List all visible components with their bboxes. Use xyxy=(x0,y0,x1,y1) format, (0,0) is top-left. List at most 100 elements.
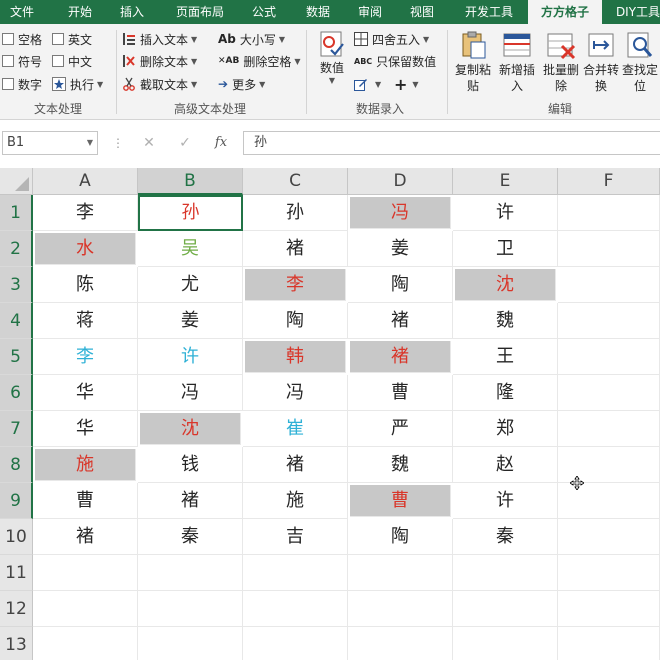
more-button[interactable]: ➔ 更多 ▼ xyxy=(218,75,265,93)
tab-file[interactable]: 文件 xyxy=(0,0,44,24)
column-header-a[interactable]: A xyxy=(33,168,138,195)
cell-f5[interactable] xyxy=(558,339,660,375)
column-header-b[interactable]: B xyxy=(138,168,243,195)
add-button[interactable]: + ▼ xyxy=(394,75,419,94)
round-button[interactable]: 四舍五入 ▼ xyxy=(354,30,429,48)
cell-a6[interactable]: 华 xyxy=(33,375,138,411)
row-header-6[interactable]: 6 xyxy=(0,375,33,411)
cell-f6[interactable] xyxy=(558,375,660,411)
tab-home[interactable]: 开始 xyxy=(56,0,104,24)
cell-c7[interactable]: 崔 xyxy=(243,411,348,447)
row-header-9[interactable]: 9 xyxy=(0,483,33,519)
cell-b10[interactable]: 秦 xyxy=(138,519,243,555)
cell-d3[interactable]: 陶 xyxy=(348,267,453,303)
checkbox-english[interactable]: 英文 xyxy=(52,30,92,48)
cell-c9[interactable]: 施 xyxy=(243,483,348,519)
row-header-11[interactable]: 11 xyxy=(0,555,33,591)
cell-b1[interactable]: 孙 xyxy=(138,195,243,231)
cell-e8[interactable]: 赵 xyxy=(453,447,558,483)
cell-c13[interactable] xyxy=(243,627,348,660)
cell-b6[interactable]: 冯 xyxy=(138,375,243,411)
cell-b12[interactable] xyxy=(138,591,243,627)
cell-d1[interactable]: 冯 xyxy=(350,197,451,229)
copy-paste-button[interactable]: 复制粘贴 xyxy=(450,30,496,98)
tab-diy-tools[interactable]: DIY工具 xyxy=(608,0,660,24)
new-insert-button[interactable]: 新增插入 xyxy=(494,30,540,98)
cell-c5[interactable]: 韩 xyxy=(245,341,346,373)
execute-button[interactable]: 执行 ▼ xyxy=(52,75,103,93)
edit-values-button[interactable]: ▼ xyxy=(354,75,381,93)
cell-a11[interactable] xyxy=(33,555,138,591)
cell-f10[interactable] xyxy=(558,519,660,555)
row-header-8[interactable]: 8 xyxy=(0,447,33,483)
row-header-3[interactable]: 3 xyxy=(0,267,33,303)
confirm-icon[interactable]: ✓ xyxy=(172,131,198,155)
delete-text-button[interactable]: 删除文本 ▼ xyxy=(122,52,197,70)
row-header-4[interactable]: 4 xyxy=(0,303,33,339)
keep-values-button[interactable]: ABC 只保留数值 xyxy=(354,52,436,70)
checkbox-chinese[interactable]: 中文 xyxy=(52,52,92,70)
cell-f12[interactable] xyxy=(558,591,660,627)
cell-b4[interactable]: 姜 xyxy=(138,303,243,339)
cell-a8[interactable]: 施 xyxy=(35,449,136,481)
cell-a3[interactable]: 陈 xyxy=(33,267,138,303)
cell-a10[interactable]: 褚 xyxy=(33,519,138,555)
cell-d12[interactable] xyxy=(348,591,453,627)
row-header-13[interactable]: 13 xyxy=(0,627,33,660)
insert-text-button[interactable]: 插入文本 ▼ xyxy=(122,30,197,48)
value-button[interactable]: 数值 ▼ xyxy=(312,30,352,98)
row-header-12[interactable]: 12 xyxy=(0,591,33,627)
cell-e10[interactable]: 秦 xyxy=(453,519,558,555)
cell-d11[interactable] xyxy=(348,555,453,591)
cell-b11[interactable] xyxy=(138,555,243,591)
cell-b5[interactable]: 许 xyxy=(138,339,243,375)
cell-c2[interactable]: 褚 xyxy=(243,231,348,267)
function-icon[interactable]: fx xyxy=(208,131,234,155)
column-header-f[interactable]: F xyxy=(558,168,660,195)
cell-c12[interactable] xyxy=(243,591,348,627)
cell-a4[interactable]: 蒋 xyxy=(33,303,138,339)
cell-e12[interactable] xyxy=(453,591,558,627)
cell-c3[interactable]: 李 xyxy=(245,269,346,301)
cell-b8[interactable]: 钱 xyxy=(138,447,243,483)
name-box[interactable]: B1 ▼ xyxy=(2,131,98,155)
cell-a13[interactable] xyxy=(33,627,138,660)
cell-a1[interactable]: 李 xyxy=(33,195,138,231)
cut-text-button[interactable]: 截取文本 ▼ xyxy=(122,75,197,93)
tab-formulas[interactable]: 公式 xyxy=(240,0,288,24)
cell-f4[interactable] xyxy=(558,303,660,339)
cell-e4[interactable]: 魏 xyxy=(453,303,558,339)
cell-d4[interactable]: 褚 xyxy=(348,303,453,339)
row-header-1[interactable]: 1 xyxy=(0,195,33,231)
cell-e11[interactable] xyxy=(453,555,558,591)
tab-page-layout[interactable]: 页面布局 xyxy=(166,0,234,24)
cell-b9[interactable]: 褚 xyxy=(138,483,243,519)
cell-d5[interactable]: 褚 xyxy=(350,341,451,373)
cell-c11[interactable] xyxy=(243,555,348,591)
delete-spaces-button[interactable]: ✕AB 删除空格 ▼ xyxy=(218,52,301,70)
cell-a2[interactable]: 水 xyxy=(35,233,136,265)
cell-a9[interactable]: 曹 xyxy=(33,483,138,519)
tab-view[interactable]: 视图 xyxy=(398,0,446,24)
cell-c10[interactable]: 吉 xyxy=(243,519,348,555)
case-button[interactable]: Ab 大小写 ▼ xyxy=(218,30,285,48)
tab-data[interactable]: 数据 xyxy=(294,0,342,24)
cell-c4[interactable]: 陶 xyxy=(243,303,348,339)
cell-d2[interactable]: 姜 xyxy=(348,231,453,267)
cell-f1[interactable] xyxy=(558,195,660,231)
tab-insert[interactable]: 插入 xyxy=(110,0,154,24)
cell-f3[interactable] xyxy=(558,267,660,303)
cell-e3[interactable]: 沈 xyxy=(455,269,556,301)
cell-d7[interactable]: 严 xyxy=(348,411,453,447)
find-locate-button[interactable]: 查找定位 xyxy=(618,30,660,98)
cell-e13[interactable] xyxy=(453,627,558,660)
row-header-10[interactable]: 10 xyxy=(0,519,33,555)
row-header-2[interactable]: 2 xyxy=(0,231,33,267)
formula-bar-grip-icon[interactable]: ⋮ xyxy=(112,131,124,155)
cell-d9[interactable]: 曹 xyxy=(350,485,451,517)
cell-e5[interactable]: 王 xyxy=(453,339,558,375)
cell-d13[interactable] xyxy=(348,627,453,660)
cell-e2[interactable]: 卫 xyxy=(453,231,558,267)
cell-e6[interactable]: 隆 xyxy=(453,375,558,411)
cell-b13[interactable] xyxy=(138,627,243,660)
